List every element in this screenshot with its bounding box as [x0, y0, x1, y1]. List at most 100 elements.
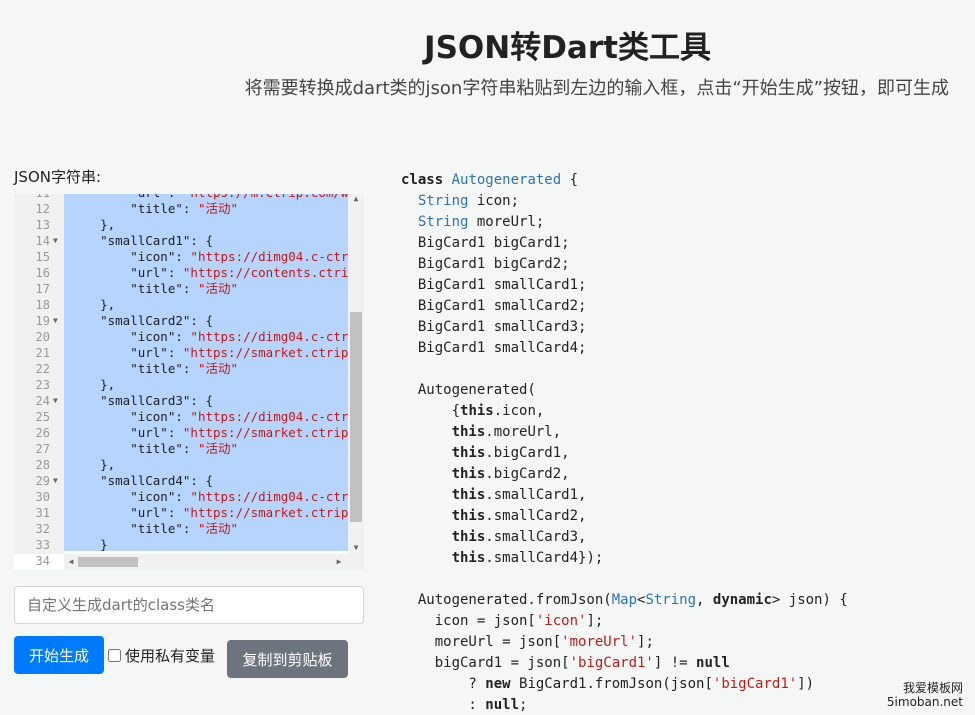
copy-to-clipboard-button[interactable]: 复制到剪贴板 [227, 640, 348, 678]
editor-line: "icon": "https://dimg04.c-ctrip [64, 249, 348, 265]
dart-code [401, 193, 418, 209]
output-line: this.smallCard3, [401, 527, 587, 548]
dart-string: 'icon' [535, 613, 587, 629]
line-number: 32 [35, 522, 50, 536]
dart-code: : [401, 697, 486, 713]
json-token: "icon": [70, 249, 191, 264]
dart-keyword: this [451, 508, 486, 524]
dart-code: .bigCard2, [485, 466, 570, 482]
output-line: : null; [401, 695, 527, 715]
dart-code [401, 550, 452, 566]
dart-code: > json) { [771, 592, 848, 608]
dart-type: String [645, 592, 697, 608]
output-line: BigCard1 bigCard1; [401, 233, 570, 254]
editor-line: }, [64, 297, 348, 313]
dart-code [401, 529, 452, 545]
dart-code: icon = json[ [401, 613, 536, 629]
dart-keyword: null [696, 655, 730, 671]
output-line: class Autogenerated { [401, 170, 578, 191]
editor-horizontal-scrollbar[interactable]: ◀ ▶ [64, 554, 364, 570]
dart-keyword: null [485, 697, 520, 713]
fold-toggle-icon[interactable]: ▼ [53, 473, 58, 489]
json-token: "url": [70, 505, 183, 520]
dart-code: Autogenerated( [401, 382, 536, 398]
dart-code: ]) [797, 676, 815, 692]
dart-string: 'moreUrl' [561, 634, 638, 650]
dart-code: ]; [637, 634, 654, 650]
dart-code [401, 487, 452, 503]
json-token: "url": [70, 425, 183, 440]
dart-type: String [417, 214, 469, 230]
json-editor[interactable]: "url": "https://m.ctrip.com/web "title":… [14, 194, 364, 570]
dart-code: BigCard1 bigCard1; [401, 235, 570, 251]
json-string-value: "https://dimg04.c-ctrip [190, 409, 348, 424]
fold-toggle-icon[interactable]: ▼ [53, 393, 58, 409]
output-line: BigCard1 smallCard2; [401, 296, 587, 317]
line-number: 24 [35, 394, 50, 408]
json-string-value: "活动" [197, 441, 238, 456]
fold-toggle-icon[interactable]: ▼ [53, 313, 58, 329]
editor-line: "smallCard4": { [64, 473, 348, 489]
dart-code [401, 466, 452, 482]
line-number: 21 [35, 346, 50, 360]
json-token: "url": [70, 345, 183, 360]
dart-code: .smallCard2, [485, 508, 587, 524]
editor-vertical-scroll-thumb[interactable] [350, 312, 362, 522]
line-number: 19 [35, 314, 50, 328]
dart-keyword: new [485, 676, 511, 692]
generate-button[interactable]: 开始生成 [14, 636, 104, 674]
editor-vertical-scrollbar[interactable]: ▲ ▼ [348, 194, 364, 554]
dart-code: .icon, [493, 403, 545, 419]
dart-output: class Autogenerated { String icon; Strin… [401, 170, 961, 715]
json-string-value: "活动" [197, 361, 238, 376]
line-number: 33 [35, 538, 50, 552]
json-string-value: "https://m.ctrip.com/web [183, 194, 348, 200]
editor-line: "url": "https://smarket.ctrip.co [64, 425, 348, 441]
dart-code: Autogenerated.fromJson( [401, 592, 612, 608]
editor-line: }, [64, 377, 348, 393]
private-vars-checkbox[interactable] [108, 649, 121, 662]
class-name-input[interactable] [14, 586, 364, 624]
json-string-value: "https://dimg04.c-ctrip [190, 489, 348, 504]
scroll-left-icon[interactable]: ◀ [64, 557, 78, 566]
editor-line: "url": "https://smarket.ctrip.co [64, 505, 348, 521]
dart-keyword: this [451, 424, 486, 440]
json-string-value: "https://dimg04.c-ctrip [190, 249, 348, 264]
json-token: "title": [70, 441, 198, 456]
dart-code: .moreUrl, [485, 424, 562, 440]
json-token: "title": [70, 521, 198, 536]
scroll-down-icon[interactable]: ▼ [349, 543, 363, 552]
dart-keyword: this [451, 445, 486, 461]
page-subtitle: 将需要转换成dart类的json字符串粘贴到左边的输入框，点击“开始生成”按钮，… [244, 78, 949, 99]
output-line: String icon; [401, 191, 519, 212]
dart-keyword: dynamic [712, 592, 772, 608]
editor-line: "title": "活动" [64, 281, 348, 297]
editor-horizontal-scroll-thumb[interactable] [78, 557, 138, 567]
editor-line: "title": "活动" [64, 201, 348, 217]
output-line: icon = json['icon']; [401, 611, 604, 632]
dart-keyword: class [401, 172, 444, 188]
json-token: "title": [70, 281, 198, 296]
line-number: 13 [35, 218, 50, 232]
output-line: this.smallCard4}); [401, 548, 604, 569]
dart-code [401, 424, 452, 440]
scroll-right-icon[interactable]: ▶ [332, 557, 346, 566]
output-line: Autogenerated.fromJson(Map<String, dynam… [401, 590, 848, 611]
output-line: BigCard1 smallCard3; [401, 317, 587, 338]
json-string-value: "活动" [197, 201, 238, 216]
line-number: 28 [35, 458, 50, 472]
dart-code: BigCard1 smallCard4; [401, 340, 587, 356]
private-vars-option[interactable]: 使用私有变量 [108, 645, 215, 666]
line-number: 34 [35, 554, 50, 568]
editor-line: "title": "活动" [64, 521, 348, 537]
dart-code: BigCard1 smallCard3; [401, 319, 587, 335]
dart-type: Map [611, 592, 638, 608]
json-token: } [70, 537, 108, 552]
scroll-up-icon[interactable]: ▲ [349, 194, 363, 203]
json-string-value: "https://smarket.ctrip.co [182, 505, 348, 520]
json-string-value: "https://dimg04.c-ctrip [190, 329, 348, 344]
dart-code: .smallCard1, [485, 487, 587, 503]
fold-toggle-icon[interactable]: ▼ [53, 233, 58, 249]
editor-code-area[interactable]: "url": "https://m.ctrip.com/web "title":… [64, 194, 348, 554]
output-line: Autogenerated( [401, 380, 536, 401]
